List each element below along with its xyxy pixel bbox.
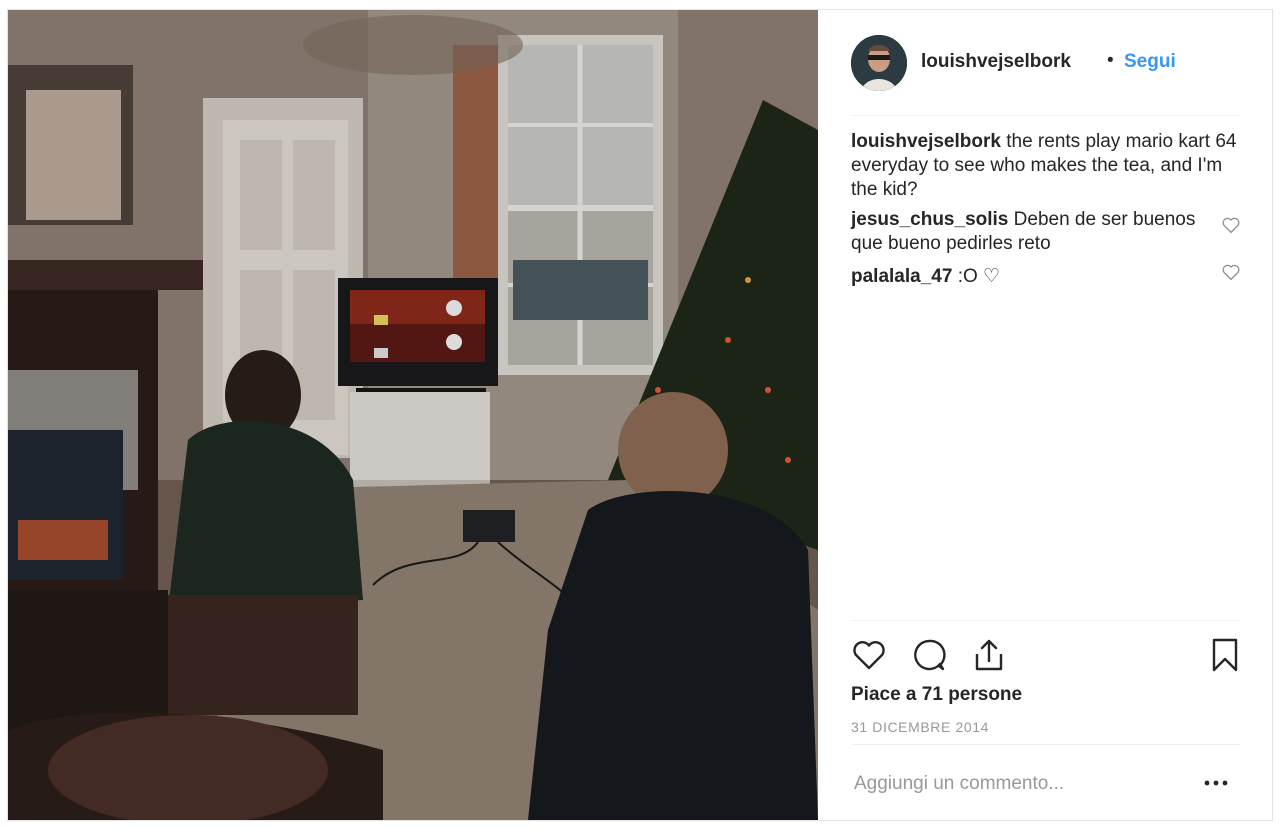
heart-icon[interactable] [851,637,887,673]
add-comment-bar [851,744,1241,821]
comment-text: :O ♡ [957,266,1001,287]
comment-input[interactable] [851,769,1197,799]
comment-bubble-icon[interactable] [911,637,947,673]
post-photo[interactable] [8,10,818,820]
bookmark-icon[interactable] [1207,637,1243,673]
comment-username[interactable]: palalala_47 [851,266,952,287]
comments-list: louishvejselbork the rents play mario ka… [851,130,1241,298]
user-avatar-image [851,35,907,91]
living-room-scene [8,10,818,820]
comment-username[interactable]: jesus_chus_solis [851,209,1008,230]
post-header: louishvejselbork • Segui [851,10,1241,116]
post-card: louishvejselbork • Segui louishvejselbor… [7,9,1273,821]
avatar[interactable] [851,35,907,91]
separator-dot: • [1107,50,1114,71]
post-sidebar: louishvejselbork • Segui louishvejselbor… [818,10,1272,820]
post-author-username[interactable]: louishvejselbork [921,51,1071,73]
caption-username[interactable]: louishvejselbork [851,131,1001,152]
likes-count[interactable]: Piace a 71 persone [851,684,1022,706]
follow-button[interactable]: Segui [1124,51,1176,73]
heart-outline-icon[interactable] [1221,216,1241,234]
post-caption: louishvejselbork the rents play mario ka… [851,130,1241,202]
action-bar [851,620,1241,681]
post-date[interactable]: 31 DICEMBRE 2014 [851,719,989,735]
more-options-icon[interactable] [1203,773,1229,793]
comment-item: jesus_chus_solis Deben de ser buenos que… [851,208,1241,256]
heart-outline-icon[interactable] [1221,263,1241,281]
share-icon[interactable] [971,637,1007,673]
comment-item: palalala_47 :O ♡ [851,263,1241,289]
